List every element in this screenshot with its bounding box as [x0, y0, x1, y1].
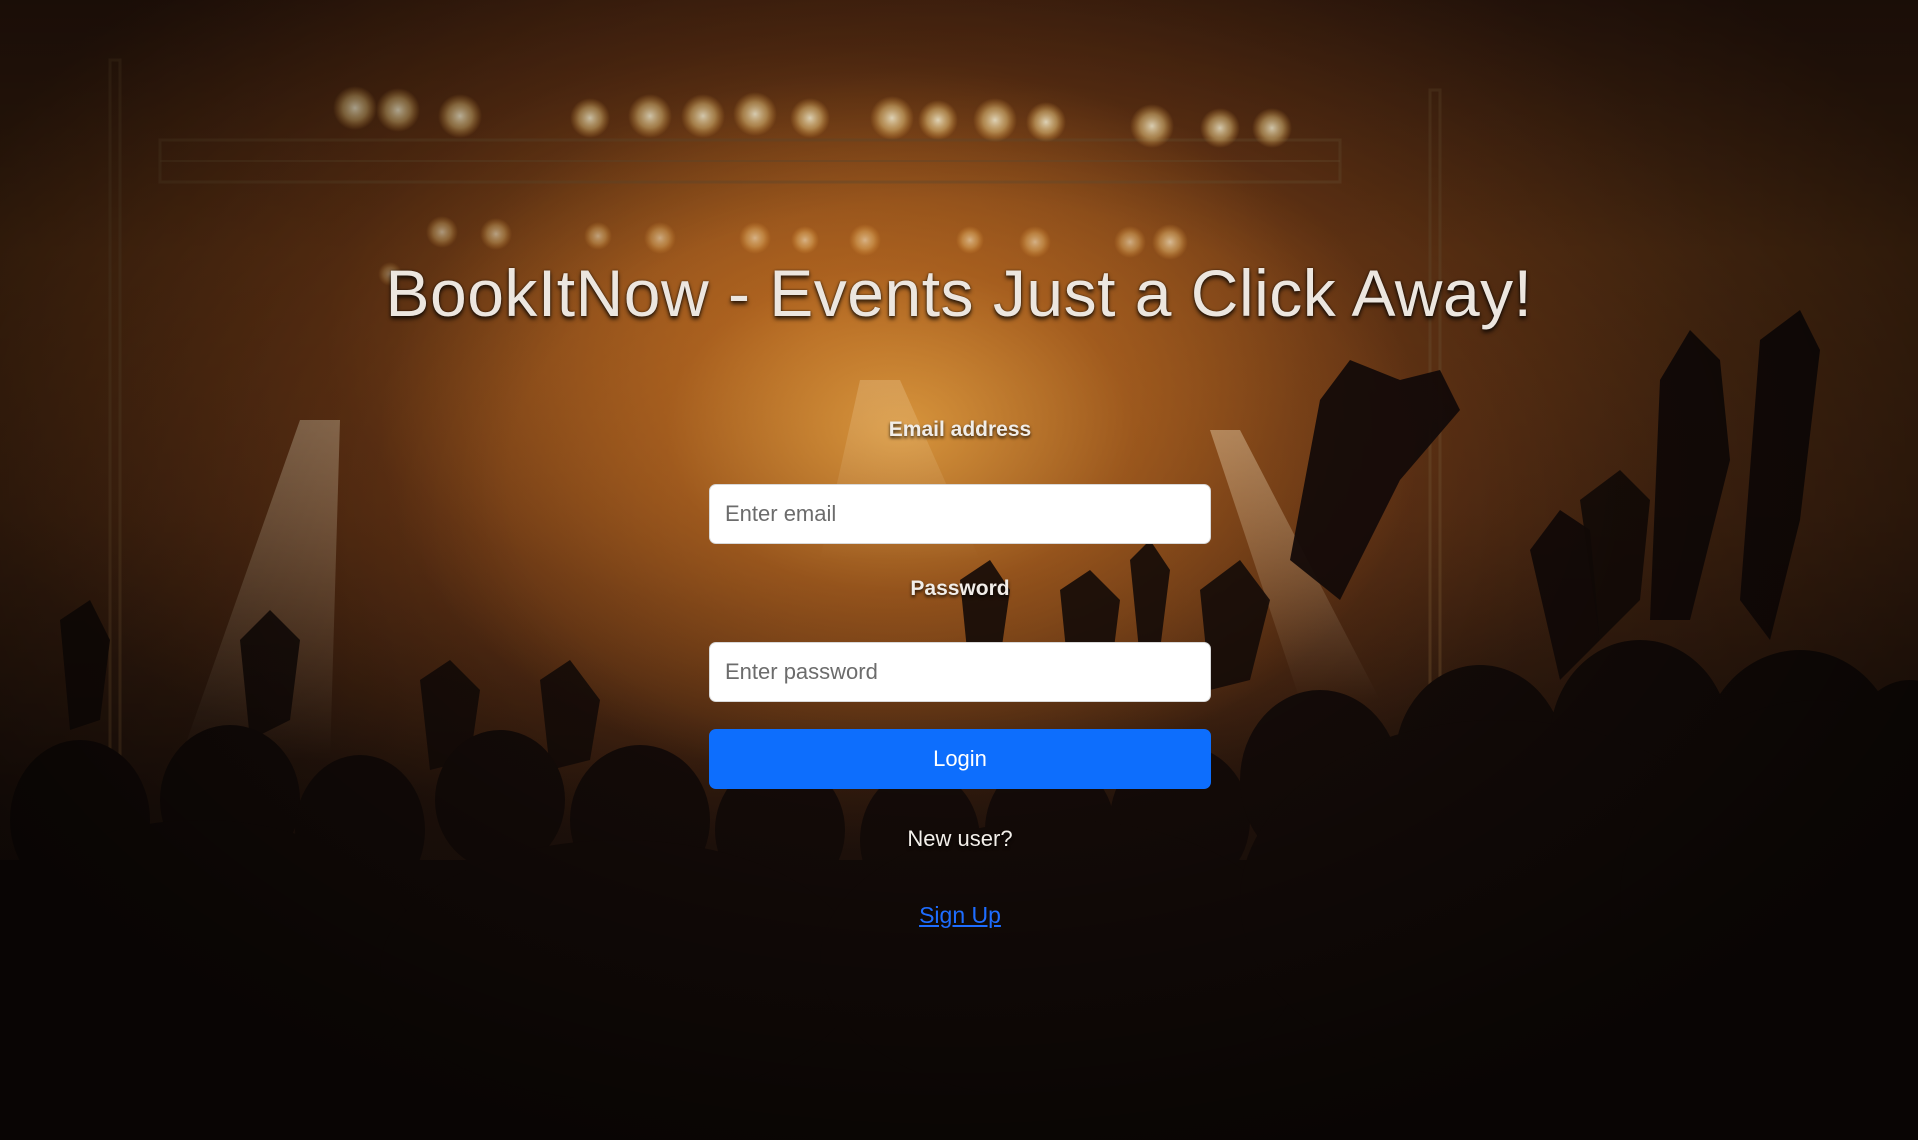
new-user-text: New user?: [907, 826, 1013, 851]
login-page: BookItNow - Events Just a Click Away! Em…: [0, 0, 1918, 1140]
sign-up-link[interactable]: Sign Up: [709, 902, 1211, 929]
email-label: Email address: [888, 418, 1032, 441]
email-input[interactable]: [709, 484, 1211, 544]
login-button[interactable]: Login: [709, 729, 1211, 789]
password-label: Password: [910, 577, 1010, 600]
page-title: BookItNow - Events Just a Click Away!: [385, 256, 1533, 330]
password-input[interactable]: [709, 642, 1211, 702]
login-form: Email address Password Login New user? S…: [709, 418, 1211, 929]
